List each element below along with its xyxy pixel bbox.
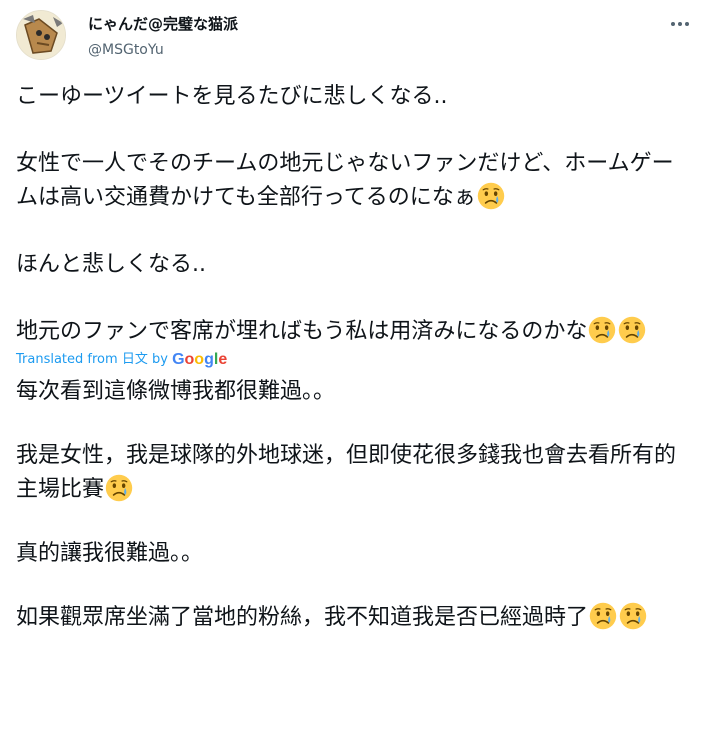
crying-face-emoji [619, 602, 647, 630]
crying-face-emoji [589, 602, 617, 630]
paragraph-text: 女性で一人でそのチームの地元じゃないファンだけど、ホームゲームは高い交通費かけて… [16, 151, 674, 210]
crying-face-emoji [105, 474, 133, 502]
original-paragraph-2: 女性で一人でそのチームの地元じゃないファンだけど、ホームゲームは高い交通費かけて… [16, 147, 693, 215]
paragraph-text: こーゆーツイートを見るたびに悲しくなる.. [16, 84, 448, 109]
translated-paragraph-4: 如果觀眾席坐滿了當地的粉絲，我不知道我是否已經過時了 [16, 601, 693, 635]
translated-paragraph-2: 我是女性，我是球隊的外地球迷，但即使花很多錢我也會去看所有的主場比賽 [16, 439, 693, 507]
translated-from-label: Translated from [16, 352, 118, 367]
original-text: こーゆーツイートを見るたびに悲しくなる.. 女性で一人でそのチームの地元じゃない… [16, 80, 693, 349]
translated-paragraph-1: 每次看到這條微博我都很難過。。 [16, 375, 693, 409]
paragraph-text: ほんと悲しくなる.. [16, 252, 206, 277]
crying-face-emoji [588, 316, 616, 344]
author-display-name[interactable]: にゃんだ@完璧な猫派 [88, 14, 238, 34]
original-paragraph-3: ほんと悲しくなる.. [16, 248, 693, 282]
tweet-body: こーゆーツイートを見るたびに悲しくなる.. 女性で一人でそのチームの地元じゃない… [16, 80, 693, 635]
more-dot [678, 22, 682, 26]
more-horizontal-icon [671, 22, 675, 26]
translation-attribution[interactable]: Translated from 日文 by Google [16, 351, 693, 369]
author-handle[interactable]: @MSGtoYu [88, 40, 238, 60]
tweet-header: にゃんだ@完璧な猫派 @MSGtoYu [16, 10, 693, 66]
source-language: 日文 [121, 352, 148, 367]
more-options-button[interactable] [667, 14, 693, 34]
crying-face-emoji [618, 316, 646, 344]
original-paragraph-1: こーゆーツイートを見るたびに悲しくなる.. [16, 80, 693, 114]
paragraph-text: 真的讓我很難過。。 [16, 541, 204, 566]
author-avatar[interactable] [16, 10, 66, 60]
translated-text: 每次看到這條微博我都很難過。。 我是女性，我是球隊的外地球迷，但即使花很多錢我也… [16, 375, 693, 635]
translated-paragraph-3: 真的讓我很難過。。 [16, 537, 693, 571]
cat-avatar-icon [17, 11, 65, 59]
paragraph-text: 地元のファンで客席が埋ればもう私は用済みになるのかな [16, 319, 588, 344]
original-paragraph-4: 地元のファンで客席が埋ればもう私は用済みになるのかな [16, 315, 693, 349]
paragraph-text: 如果觀眾席坐滿了當地的粉絲，我不知道我是否已經過時了 [16, 605, 589, 630]
paragraph-text: 每次看到這條微博我都很難過。。 [16, 379, 336, 404]
google-logo-icon: Google [172, 351, 228, 368]
more-dot [685, 22, 689, 26]
crying-face-emoji [477, 182, 505, 210]
translated-by-label: by [151, 352, 168, 367]
